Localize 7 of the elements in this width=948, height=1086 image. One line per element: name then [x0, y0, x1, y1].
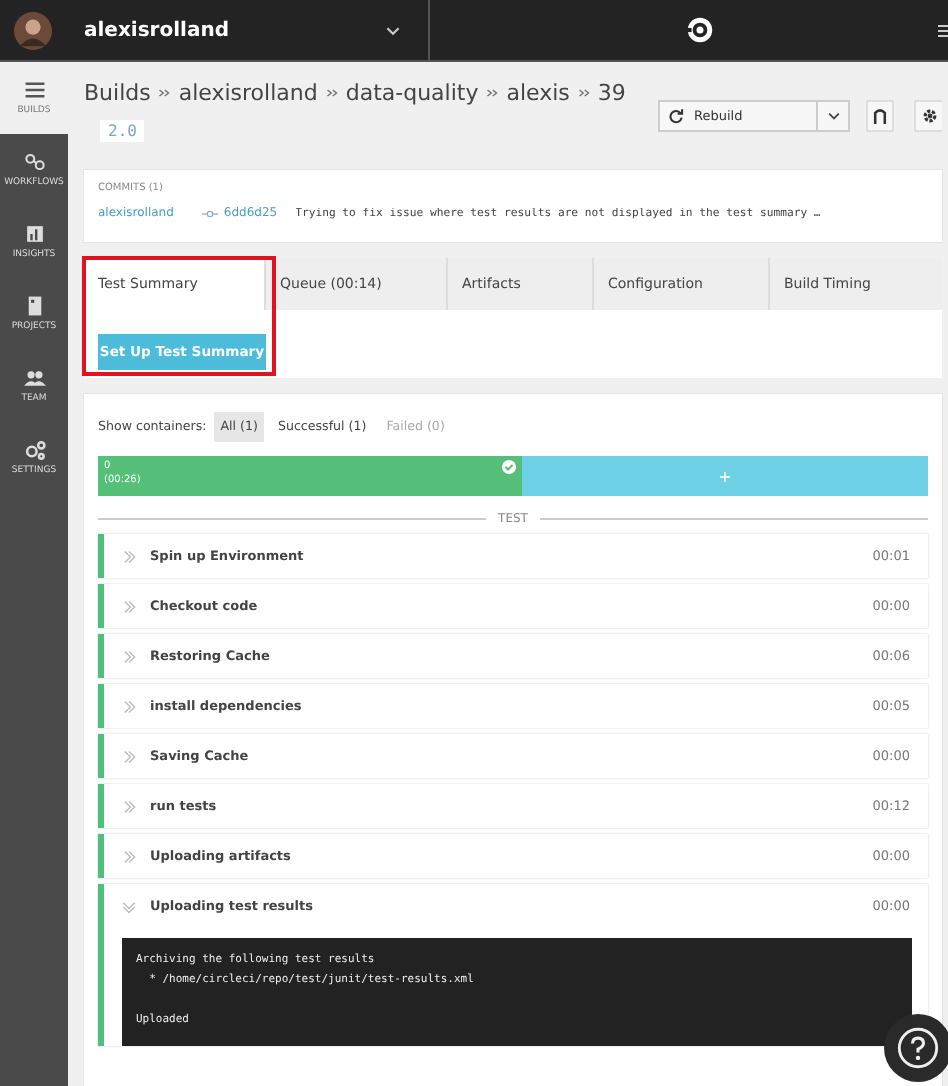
breadcrumb-link[interactable]: 39 [597, 80, 626, 106]
org-name[interactable]: alexisrolland [84, 19, 229, 41]
breadcrumb-link[interactable]: Builds [84, 80, 151, 106]
breadcrumb-link[interactable]: alexis [506, 80, 570, 106]
breadcrumb-link[interactable]: data-quality [345, 80, 479, 106]
version-tag: 2.0 [100, 120, 145, 142]
breadcrumb-link[interactable]: alexisrolland [178, 80, 318, 106]
